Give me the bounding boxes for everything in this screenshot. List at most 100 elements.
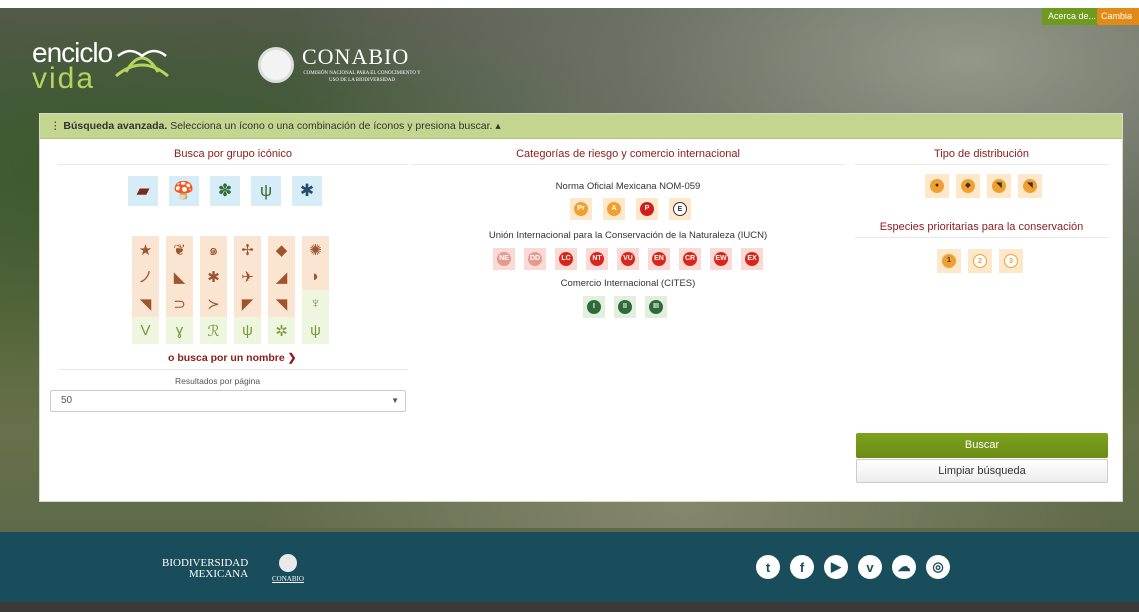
limpiar-busqueda-button[interactable]: Limpiar búsqueda — [856, 459, 1108, 483]
distribution-type-icon[interactable]: ● — [925, 174, 949, 198]
species-group-icon[interactable]: ノ — [132, 263, 159, 290]
iucn-cr-icon[interactable]: CR — [679, 248, 701, 270]
youtube-icon[interactable]: ▶ — [824, 555, 848, 579]
twitter-icon[interactable]: t — [756, 555, 780, 579]
divider — [58, 369, 408, 370]
iucn-code: LC — [559, 252, 573, 266]
species-group-icon[interactable]: ◣ — [166, 263, 193, 290]
species-group-icon[interactable]: ◥ — [268, 290, 295, 317]
distribution-glyph: ● — [930, 179, 944, 193]
species-group-icon[interactable]: ✱ — [200, 263, 227, 290]
cites-code: I — [587, 300, 601, 314]
nom-pr-icon[interactable]: Pr — [570, 198, 592, 220]
biodiversidad-mexicana-logo[interactable]: BIODIVERSIDAD MEXICANA — [162, 558, 248, 580]
conabio-logo[interactable]: CONABIO COMISIÓN NACIONAL PARA EL CONOCI… — [258, 46, 422, 84]
distribution-glyph: ◆ — [961, 179, 975, 193]
nom-p-icon[interactable]: P — [636, 198, 658, 220]
algae-icon[interactable]: ψ — [251, 176, 281, 206]
species-group-icon[interactable]: ⊃ — [166, 290, 193, 317]
iucn-ex-icon[interactable]: EX — [741, 248, 763, 270]
distribution-type-icon[interactable]: ◥ — [987, 174, 1011, 198]
cambia-button[interactable]: Cambia — [1097, 8, 1139, 25]
instagram-icon[interactable]: ◎ — [926, 555, 950, 579]
iucn-code: VU — [621, 252, 635, 266]
iucn-dd-icon[interactable]: DD — [524, 248, 546, 270]
cites-code: II — [618, 300, 632, 314]
iucn-lc-icon[interactable]: LC — [555, 248, 577, 270]
distribution-type-icon[interactable]: ◆ — [956, 174, 980, 198]
species-group-icon[interactable]: ◢ — [268, 263, 295, 290]
species-group-icon[interactable]: ๑ — [200, 236, 227, 263]
priority-1-icon[interactable]: 1 — [937, 249, 961, 273]
top-strip — [0, 0, 1139, 8]
species-group-icon[interactable]: ◗ — [302, 263, 329, 290]
cites-iii-icon[interactable]: III — [645, 296, 667, 318]
conabio-footer-text: CONABIO — [272, 575, 304, 583]
iucn-ne-icon[interactable]: NE — [493, 248, 515, 270]
conabio-seal-icon — [278, 554, 297, 572]
conabio-footer-logo[interactable]: CONABIO — [272, 554, 304, 583]
species-group-icon[interactable]: ♆ — [302, 290, 329, 317]
cites-ii-icon[interactable]: II — [614, 296, 636, 318]
enciclovida-logo[interactable]: enciclo vida — [32, 39, 113, 94]
fungi-icon[interactable]: 🍄 — [169, 176, 199, 206]
buscar-button[interactable]: Buscar — [856, 433, 1108, 458]
species-group-icon[interactable]: ✈ — [234, 263, 261, 290]
iucn-vu-icon[interactable]: VU — [617, 248, 639, 270]
iucn-code: NT — [590, 252, 604, 266]
species-group-icon[interactable]: ◥ — [132, 290, 159, 317]
conabio-seal-icon — [258, 47, 294, 83]
nom-code: E — [673, 202, 687, 216]
advanced-search-header[interactable]: ⋮ Búsqueda avanzada. Selecciona un ícono… — [40, 114, 1122, 139]
grupo-iconico-title: Busca por grupo icónico — [173, 148, 292, 160]
cites-i-icon[interactable]: I — [583, 296, 605, 318]
iucn-en-icon[interactable]: EN — [648, 248, 670, 270]
species-group-icon[interactable]: ✢ — [234, 236, 261, 263]
species-group-icon[interactable]: ◤ — [234, 290, 261, 317]
species-group-icon[interactable]: ◆ — [268, 236, 295, 263]
species-group-icon[interactable]: ✺ — [302, 236, 329, 263]
species-group-icon[interactable]: ★ — [132, 236, 159, 263]
iucn-nt-icon[interactable]: NT — [586, 248, 608, 270]
advanced-search-title: Búsqueda avanzada. — [63, 120, 168, 132]
cites-code: III — [649, 300, 663, 314]
vimeo-icon[interactable]: v — [858, 555, 882, 579]
priority-3-icon[interactable]: 3 — [999, 249, 1023, 273]
prioritarias-title: Especies prioritarias para la conservaci… — [879, 221, 1084, 233]
plant-icon[interactable]: ✽ — [210, 176, 240, 206]
priority-code: 1 — [942, 254, 956, 268]
nom-a-icon[interactable]: A — [603, 198, 625, 220]
facebook-icon[interactable]: f — [790, 555, 814, 579]
species-group-icon[interactable]: ψ — [302, 317, 329, 344]
species-group-icon[interactable]: ɣ — [166, 317, 193, 344]
iucn-code: EX — [745, 252, 759, 266]
conabio-subtitle: COMISIÓN NACIONAL PARA EL CONOCIMIENTO Y… — [303, 71, 421, 83]
mammal-icon[interactable]: ▰ — [128, 176, 158, 206]
results-per-page-label: Resultados por página — [175, 376, 261, 386]
distribucion-title: Tipo de distribución — [934, 148, 1029, 160]
iucn-title: Unión Internacional para la Conservación… — [488, 230, 768, 241]
results-per-page-select[interactable]: 50 ▼ — [50, 390, 406, 412]
bio-line2: MEXICANA — [188, 568, 249, 580]
lotus-logo-icon — [115, 49, 169, 78]
menu-dots-icon: ⋮ — [50, 120, 64, 132]
distribution-glyph: ◥ — [1023, 179, 1037, 193]
riesgo-title: Categorías de riesgo y comercio internac… — [516, 148, 740, 160]
nom-e-icon[interactable]: E — [669, 198, 691, 220]
divider — [58, 164, 408, 165]
nom-title: Norma Oficial Mexicana NOM-059 — [555, 181, 701, 192]
species-group-icon[interactable]: ✲ — [268, 317, 295, 344]
iucn-ew-icon[interactable]: EW — [710, 248, 732, 270]
species-group-icon[interactable]: ❦ — [166, 236, 193, 263]
species-group-icon[interactable]: ℛ — [200, 317, 227, 344]
spider-icon[interactable]: ✱ — [292, 176, 322, 206]
divider — [855, 164, 1108, 165]
busca-nombre-link[interactable]: o busca por un nombre ❯ — [168, 352, 296, 364]
soundcloud-icon[interactable]: ☁ — [892, 555, 916, 579]
site-header: enciclo vida CONABIO COMISIÓN NACIONAL P… — [0, 8, 1139, 94]
species-group-icon[interactable]: ψ — [234, 317, 261, 344]
priority-2-icon[interactable]: 2 — [968, 249, 992, 273]
species-group-icon[interactable]: ≻ — [200, 290, 227, 317]
distribution-type-icon[interactable]: ◥ — [1018, 174, 1042, 198]
species-group-icon[interactable]: V — [132, 317, 159, 344]
